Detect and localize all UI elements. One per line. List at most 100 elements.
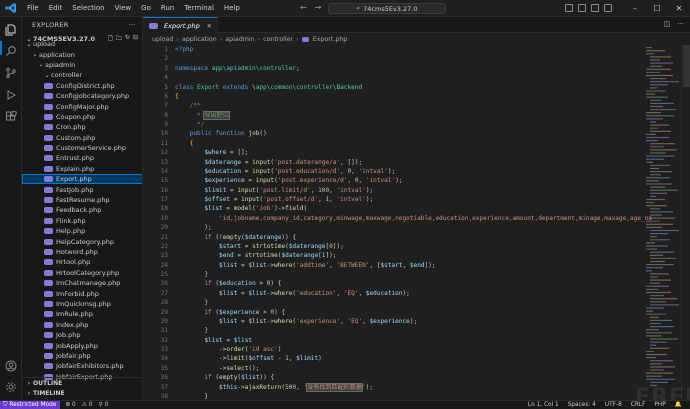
more-actions-icon[interactable]: ···: [677, 20, 684, 28]
folder-item[interactable]: ⌄ apiadmin: [22, 60, 142, 70]
maximize-icon[interactable]: ☐: [646, 4, 668, 13]
file-item[interactable]: Jobfair.php: [22, 351, 142, 361]
file-item[interactable]: ImChatmanage.php: [22, 278, 142, 288]
minimap-line: [646, 140, 658, 142]
minimap[interactable]: [640, 45, 680, 400]
minimap-line: [646, 357, 656, 359]
breadcrumb-item[interactable]: upload: [152, 36, 173, 43]
account-icon[interactable]: [3, 358, 19, 374]
minimap-line: [650, 211, 673, 213]
file-item[interactable]: ImQuickmsg.php: [22, 299, 142, 309]
file-item[interactable]: Export.php: [22, 174, 142, 185]
minimap-line: [650, 59, 660, 61]
file-item[interactable]: JobApply.php: [22, 340, 142, 350]
php-file-icon: [44, 363, 53, 370]
problems-indicator[interactable]: ⊗ 0 ⚠ 0 ⚲ 0: [65, 402, 108, 408]
file-item[interactable]: Feedback.php: [22, 205, 142, 215]
extensions-icon[interactable]: [3, 109, 19, 125]
breadcrumb-item[interactable]: application: [182, 36, 217, 43]
menu-run[interactable]: Run: [156, 0, 179, 17]
source-control-icon[interactable]: [3, 65, 19, 81]
minimap-line: [650, 298, 677, 300]
settings-gear-icon[interactable]: [3, 379, 19, 395]
menu-help[interactable]: Help: [219, 0, 245, 17]
search-icon[interactable]: [3, 43, 19, 59]
scrollbar-thumb[interactable]: [683, 45, 690, 87]
minimize-icon[interactable]: –: [624, 4, 646, 13]
file-item[interactable]: Cron.php: [22, 122, 142, 132]
menu-terminal[interactable]: Terminal: [179, 0, 219, 17]
encoding[interactable]: UTF-8: [605, 402, 622, 408]
notifications-bell-icon[interactable]: 🔔: [675, 402, 682, 408]
minimap-line: [646, 223, 673, 225]
vertical-scrollbar[interactable]: [681, 45, 690, 400]
cursor-position[interactable]: Ln 1, Col 1: [528, 402, 559, 408]
code-line: $daterange = input('post.daterange/a', […: [204, 158, 363, 166]
folder-item[interactable]: ⌄ upload: [22, 39, 142, 49]
menu-file[interactable]: File: [22, 0, 44, 17]
php-file-icon: [44, 134, 53, 141]
file-item[interactable]: HelpCategory.php: [22, 236, 142, 246]
file-item[interactable]: ConfigDistrict.php: [22, 81, 142, 91]
breadcrumb-item[interactable]: apiadmin: [225, 36, 254, 43]
minimap-line: [646, 270, 652, 272]
back-arrow-icon[interactable]: ←: [300, 3, 307, 12]
minimap-line: [650, 152, 666, 154]
run-debug-icon[interactable]: [3, 87, 19, 103]
file-item[interactable]: FastResume.php: [22, 195, 142, 205]
toggle-secondary-sidebar-icon[interactable]: [591, 4, 599, 12]
file-item[interactable]: ConfigMajor.php: [22, 101, 142, 111]
code-editor[interactable]: 1 2 3 4 5 6 7 8 9 10 11 12 13 14 15 16 17 18 19 20 21 22 23 24 2…: [143, 45, 690, 400]
file-item[interactable]: Hrtool.php: [22, 257, 142, 267]
split-editor-icon[interactable]: ◫: [664, 20, 671, 28]
toggle-panel-icon[interactable]: [578, 4, 586, 12]
file-item[interactable]: Hotword.php: [22, 247, 142, 257]
file-item[interactable]: JobfairExhibitors.php: [22, 361, 142, 371]
folder-item[interactable]: ⌄ controller: [22, 70, 142, 80]
end-of-line[interactable]: CRLF: [631, 402, 646, 408]
file-item[interactable]: Explain.php: [22, 164, 142, 174]
file-item[interactable]: Help.php: [22, 226, 142, 236]
close-tab-icon[interactable]: ✕: [207, 22, 212, 30]
file-item[interactable]: ImForbid.php: [22, 288, 142, 298]
explorer-icon[interactable]: [3, 22, 19, 38]
php-file-icon: [44, 186, 53, 193]
code-line: }: [175, 392, 209, 400]
toggle-sidebar-icon[interactable]: [565, 4, 573, 12]
editor-tabs: Export.php ✕ ◫ ···: [143, 17, 690, 33]
menu-view[interactable]: View: [110, 0, 137, 17]
customize-layout-icon[interactable]: [604, 4, 612, 12]
folder-item[interactable]: ⌄ application: [22, 49, 142, 59]
file-item[interactable]: Custom.php: [22, 133, 142, 143]
breadcrumb-item[interactable]: controller: [263, 36, 293, 43]
file-item[interactable]: Entrust.php: [22, 153, 142, 163]
file-item[interactable]: ConfigJobcategory.php: [22, 91, 142, 101]
file-item[interactable]: Job.php: [22, 330, 142, 340]
file-item[interactable]: ImRule.php: [22, 309, 142, 319]
code-line: $offset = input('post.offset/d', 1, 'int…: [204, 196, 374, 203]
menu-selection[interactable]: Selection: [67, 0, 109, 17]
minimap-line: [646, 372, 673, 374]
command-center-search[interactable]: ⌕ 74cms5Ev3.27.0: [328, 3, 446, 14]
minimap-line: [650, 239, 670, 241]
forward-arrow-icon[interactable]: →: [315, 3, 322, 12]
breadcrumb-item[interactable]: Export.php: [313, 36, 348, 43]
file-item[interactable]: HrtoolCategory.php: [22, 268, 142, 278]
file-item[interactable]: Coupon.php: [22, 112, 142, 122]
more-actions-icon[interactable]: ···: [129, 21, 136, 29]
language-mode[interactable]: PHP: [654, 402, 665, 408]
close-window-icon[interactable]: ✕: [668, 4, 690, 13]
file-item[interactable]: FastJob.php: [22, 184, 142, 194]
timeline-section[interactable]: › TIMELINE: [22, 388, 142, 398]
php-file-icon: [44, 300, 53, 307]
indentation[interactable]: Spaces: 4: [568, 402, 596, 408]
file-item[interactable]: Flink.php: [22, 216, 142, 226]
file-item[interactable]: CustomerService.php: [22, 143, 142, 153]
outline-section[interactable]: › OUTLINE: [22, 378, 142, 388]
restricted-mode-badge[interactable]: ⛉ Restricted Mode: [0, 400, 61, 409]
menu-go[interactable]: Go: [136, 0, 156, 17]
code-content[interactable]: <?php namespace app\apiadmin\controller;…: [175, 45, 675, 400]
tab-export-php[interactable]: Export.php ✕: [143, 17, 218, 33]
file-item[interactable]: Index.php: [22, 320, 142, 330]
menu-edit[interactable]: Edit: [44, 0, 68, 17]
